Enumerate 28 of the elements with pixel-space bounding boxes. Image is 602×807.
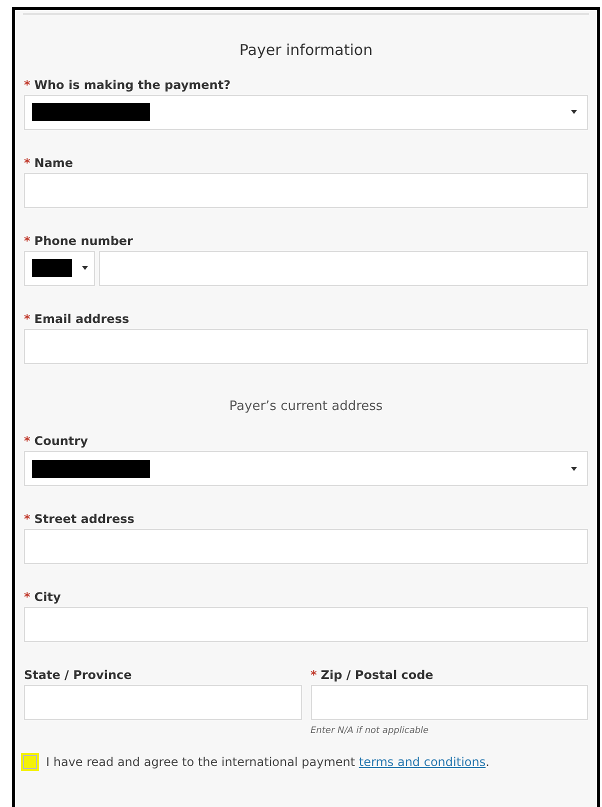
agreement-text: I have read and agree to the international payment terms and conditions. — [46, 754, 490, 770]
field-label: * Phone number — [24, 232, 134, 250]
input-field[interactable] — [24, 685, 302, 720]
select-field[interactable] — [24, 451, 588, 486]
input-field[interactable] — [24, 172, 588, 208]
country-code-select[interactable] — [24, 250, 95, 286]
field-label: * City — [24, 589, 62, 606]
input-field[interactable] — [24, 529, 588, 564]
input-field[interactable] — [99, 250, 588, 286]
field-label: * Country — [24, 433, 89, 450]
field-label: State / Province — [24, 667, 133, 684]
input-field[interactable] — [310, 685, 588, 720]
caret-icon — [82, 266, 88, 270]
caret-icon — [571, 110, 577, 114]
input-field[interactable] — [24, 328, 588, 364]
input-field[interactable] — [24, 607, 588, 642]
field-label: * Who is making the payment? — [24, 76, 232, 94]
caret-icon — [571, 466, 577, 470]
field-label: * Street address — [24, 511, 136, 528]
section-heading: Payer’s current address — [228, 398, 384, 416]
field-label: * Name — [24, 154, 74, 172]
checkbox[interactable] — [21, 752, 39, 770]
field-label: * Email address — [24, 310, 130, 328]
field-label: * Zip / Postal code — [310, 667, 434, 684]
select-field[interactable] — [24, 94, 588, 130]
hint-text: Enter N/A if not applicable — [310, 725, 430, 738]
terms-link[interactable]: terms and conditions — [358, 754, 486, 768]
form-title: Payer information — [238, 40, 374, 61]
